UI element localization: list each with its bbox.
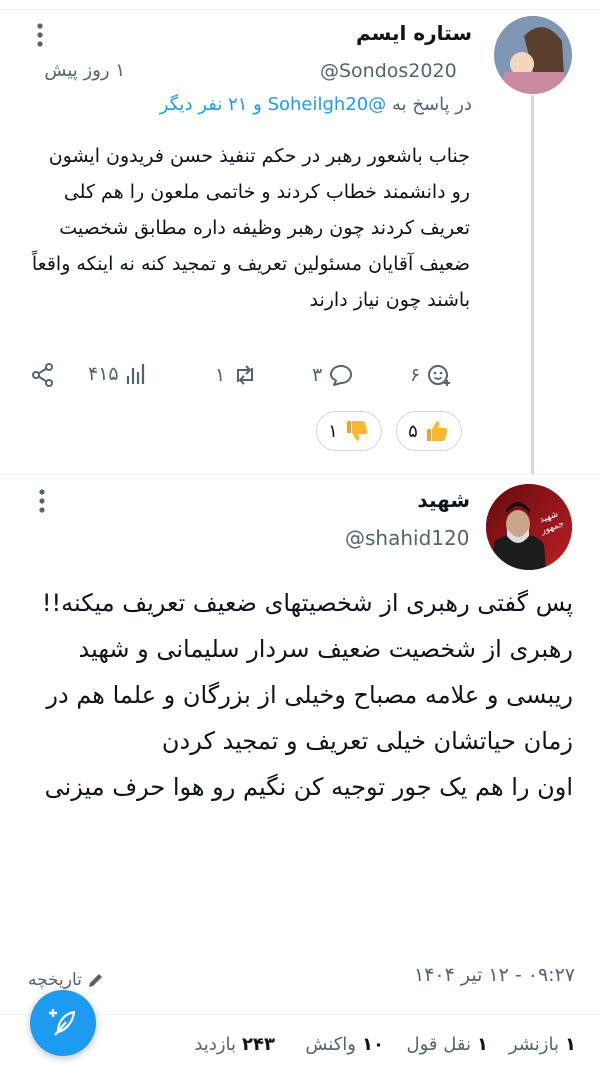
bar-chart-icon <box>126 364 144 384</box>
main-timestamp: ۰۹:۲۷ - ۱۲ تیر ۱۴۰۴ <box>413 964 575 986</box>
compose-button[interactable] <box>30 990 96 1056</box>
retweet-count: ۱ <box>215 364 226 386</box>
share-button[interactable] <box>30 362 56 388</box>
stat-views[interactable]: ۲۴۳ بازدید <box>194 1034 275 1055</box>
in-reply-handle[interactable]: @Soheilgh20 <box>268 94 387 115</box>
feather-plus-icon <box>49 1009 76 1036</box>
reply-handle[interactable]: @Sondos2020 <box>320 60 457 82</box>
reply-author-name[interactable]: ستاره ایسم <box>356 21 472 45</box>
thumbs-down-icon <box>346 421 368 441</box>
like-count: ۵ <box>408 420 418 442</box>
reactions-count: ۱۰ <box>362 1034 384 1055</box>
add-reaction-button[interactable]: ۶ <box>410 362 452 388</box>
comment-button[interactable]: ۳ <box>312 362 354 388</box>
more-vertical-icon[interactable] <box>34 22 46 48</box>
comment-icon <box>330 365 353 386</box>
retweet-button[interactable]: ۱ <box>215 362 259 388</box>
quotes-label: نقل قول <box>406 1034 471 1055</box>
reposts-label: بازنشر <box>508 1034 559 1055</box>
views-button[interactable]: ۴۱۵ <box>88 362 147 386</box>
main-handle[interactable]: @shahid120 <box>345 526 469 550</box>
views-total: ۲۴۳ <box>242 1034 275 1055</box>
views-label: بازدید <box>194 1034 237 1055</box>
stat-reactions[interactable]: ۱۰ واکنش <box>305 1034 384 1055</box>
views-count: ۴۱۵ <box>88 363 119 385</box>
avatar[interactable]: شهید جمهور <box>486 484 572 570</box>
more-vertical-icon[interactable] <box>36 488 48 514</box>
reply-time: ۱ روز پیش <box>44 60 125 81</box>
avatar[interactable] <box>494 16 572 94</box>
main-author-name[interactable]: شهید <box>417 488 470 512</box>
reaction-count: ۶ <box>410 364 421 386</box>
reply-text: جناب باشعور رهبر در حکم تنفیذ حسن فریدون… <box>31 145 470 311</box>
stat-reposts[interactable]: ۱ بازنشر <box>509 1034 576 1055</box>
share-icon <box>32 363 53 387</box>
dislike-count: ۱ <box>328 420 338 442</box>
retweet-icon <box>237 365 254 385</box>
edit-history-label: تاریخچه <box>28 970 82 990</box>
quotes-count: ۱ <box>477 1034 488 1055</box>
comment-count: ۳ <box>312 364 323 386</box>
in-reply-to: در پاسخ به @Soheilgh20 و ۲۱ نفر دیگر <box>160 94 472 115</box>
thumbs-up-icon <box>426 421 448 441</box>
thread-line <box>531 95 534 475</box>
in-reply-others[interactable]: و ۲۱ نفر دیگر <box>160 94 262 115</box>
in-reply-prefix: در پاسخ به <box>391 94 472 115</box>
edit-history-link[interactable]: تاریخچه <box>28 970 106 990</box>
reactions-label: واکنش <box>305 1034 357 1055</box>
top-divider <box>0 0 600 10</box>
main-tweet-text: پس گفتی رهبری از شخصیتهای ضعیف تعریف میک… <box>41 589 573 801</box>
add-reaction-icon <box>428 365 451 386</box>
stat-quotes[interactable]: ۱ نقل قول <box>407 1034 488 1055</box>
pencil-icon <box>88 974 102 987</box>
tweet-divider <box>0 474 600 475</box>
dislike-button[interactable]: ۱ <box>316 411 382 451</box>
reposts-count: ۱ <box>565 1034 576 1055</box>
like-button[interactable]: ۵ <box>396 411 462 451</box>
